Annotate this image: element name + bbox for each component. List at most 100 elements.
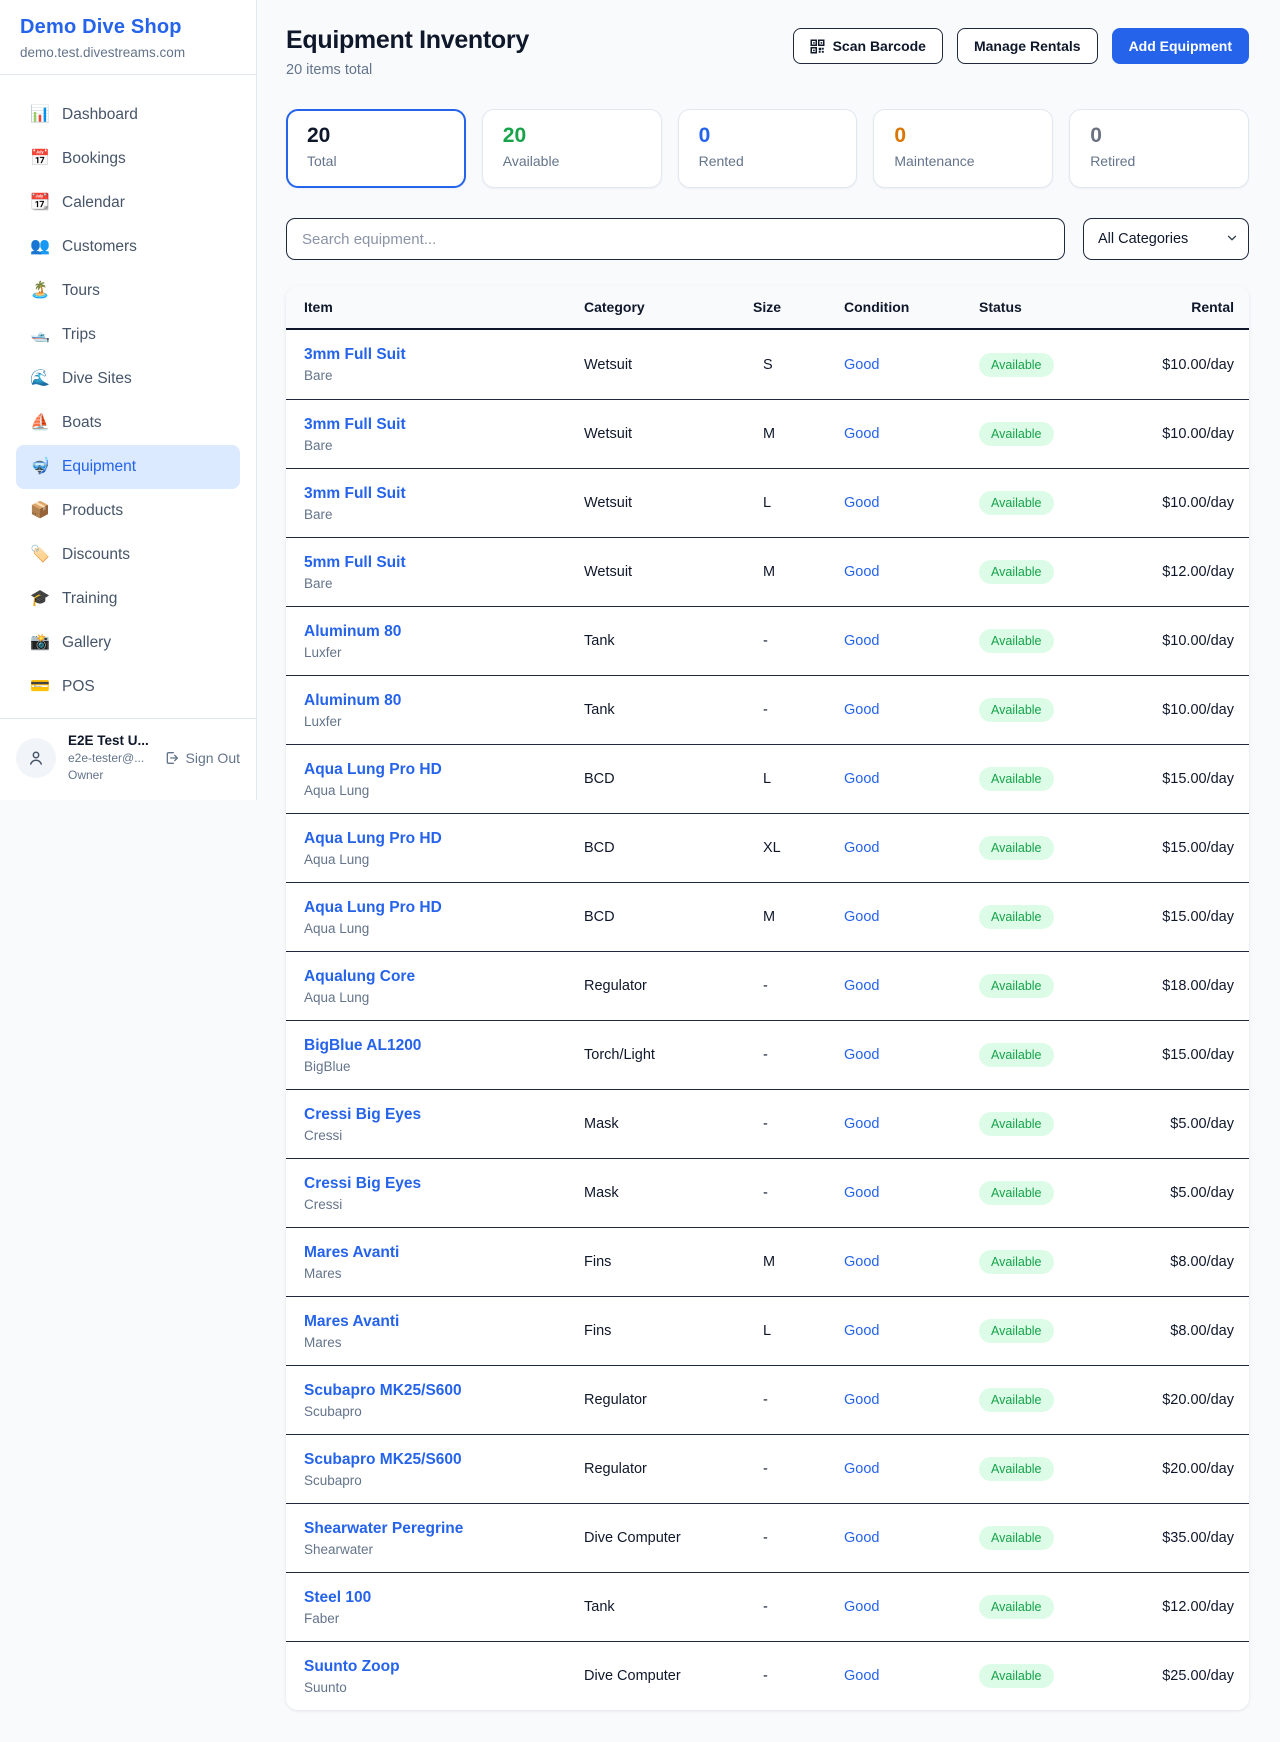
status-badge: Available: [979, 1457, 1054, 1481]
item-name-link[interactable]: Aqua Lung Pro HD: [304, 761, 442, 778]
sidebar-item-label: POS: [62, 678, 95, 696]
condition-link[interactable]: Good: [844, 1392, 879, 1408]
item-name-link[interactable]: Scubapro MK25/S600: [304, 1451, 462, 1468]
sign-out-button[interactable]: Sign Out: [164, 750, 240, 766]
item-name-link[interactable]: Cressi Big Eyes: [304, 1175, 421, 1192]
rental-cell: $10.00/day: [1144, 702, 1234, 718]
status-cell: Available: [979, 1388, 1144, 1412]
add-equipment-button[interactable]: Add Equipment: [1112, 28, 1249, 64]
condition-link[interactable]: Good: [844, 702, 879, 718]
condition-cell: Good: [844, 701, 979, 719]
item-name-link[interactable]: BigBlue AL1200: [304, 1037, 421, 1054]
item-name-link[interactable]: Steel 100: [304, 1589, 371, 1606]
status-badge: Available: [979, 560, 1054, 584]
sidebar-item-gallery[interactable]: 📸 Gallery: [16, 621, 240, 665]
condition-cell: Good: [844, 1115, 979, 1133]
status-cell: Available: [979, 491, 1144, 515]
condition-link[interactable]: Good: [844, 1668, 879, 1684]
condition-link[interactable]: Good: [844, 1116, 879, 1132]
condition-link[interactable]: Good: [844, 1254, 879, 1270]
item-cell: Aqua Lung Pro HD Aqua Lung: [304, 761, 584, 798]
sidebar-item-pos[interactable]: 💳 POS: [16, 665, 240, 709]
category-cell: Regulator: [584, 1392, 739, 1408]
condition-link[interactable]: Good: [844, 1047, 879, 1063]
status-cell: Available: [979, 1595, 1144, 1619]
status-badge: Available: [979, 1388, 1054, 1412]
col-header-item: Item: [304, 299, 584, 315]
sidebar-item-training[interactable]: 🎓 Training: [16, 577, 240, 621]
stat-card-maintenance[interactable]: 0 Maintenance: [873, 109, 1053, 188]
item-name-link[interactable]: 3mm Full Suit: [304, 346, 406, 363]
sidebar-item-equipment[interactable]: 🤿 Equipment: [16, 445, 240, 489]
condition-link[interactable]: Good: [844, 1323, 879, 1339]
category-select[interactable]: All Categories: [1083, 218, 1249, 260]
condition-link[interactable]: Good: [844, 357, 879, 373]
item-name-link[interactable]: 5mm Full Suit: [304, 554, 406, 571]
item-brand: Scubapro: [304, 1473, 584, 1488]
item-name-link[interactable]: Aqualung Core: [304, 968, 415, 985]
sidebar-item-dashboard[interactable]: 📊 Dashboard: [16, 93, 240, 137]
sidebar-nav: 📊 Dashboard 📅 Bookings 📆 Calendar 👥 Cust…: [0, 75, 256, 709]
stat-value: 0: [894, 124, 1032, 148]
condition-link[interactable]: Good: [844, 840, 879, 856]
sidebar-item-discounts[interactable]: 🏷️ Discounts: [16, 533, 240, 577]
size-cell: -: [739, 1461, 844, 1477]
item-name-link[interactable]: 3mm Full Suit: [304, 485, 406, 502]
sidebar-item-label: Tours: [62, 282, 100, 300]
sidebar-item-bookings[interactable]: 📅 Bookings: [16, 137, 240, 181]
item-name-link[interactable]: Aqua Lung Pro HD: [304, 830, 442, 847]
search-input[interactable]: [286, 218, 1065, 260]
sidebar-item-trips[interactable]: 🛥️ Trips: [16, 313, 240, 357]
stat-card-rented[interactable]: 0 Rented: [678, 109, 858, 188]
item-name-link[interactable]: 3mm Full Suit: [304, 416, 406, 433]
scan-barcode-label: Scan Barcode: [833, 38, 926, 54]
condition-link[interactable]: Good: [844, 1599, 879, 1615]
scan-barcode-button[interactable]: Scan Barcode: [793, 28, 943, 64]
table-row: Scubapro MK25/S600 Scubapro Regulator - …: [286, 1365, 1249, 1434]
condition-link[interactable]: Good: [844, 633, 879, 649]
sidebar-item-boats[interactable]: ⛵ Boats: [16, 401, 240, 445]
condition-link[interactable]: Good: [844, 1461, 879, 1477]
size-cell: -: [739, 1530, 844, 1546]
item-name-link[interactable]: Scubapro MK25/S600: [304, 1382, 462, 1399]
condition-link[interactable]: Good: [844, 1530, 879, 1546]
stat-value: 20: [307, 124, 445, 148]
category-cell: Tank: [584, 702, 739, 718]
sidebar-item-tours[interactable]: 🏝️ Tours: [16, 269, 240, 313]
condition-link[interactable]: Good: [844, 978, 879, 994]
item-name-link[interactable]: Mares Avanti: [304, 1313, 399, 1330]
category-cell: BCD: [584, 771, 739, 787]
condition-link[interactable]: Good: [844, 771, 879, 787]
table-row: Shearwater Peregrine Shearwater Dive Com…: [286, 1503, 1249, 1572]
item-name-link[interactable]: Aqua Lung Pro HD: [304, 899, 442, 916]
condition-link[interactable]: Good: [844, 564, 879, 580]
item-name-link[interactable]: Suunto Zoop: [304, 1658, 400, 1675]
stat-label: Available: [503, 153, 641, 169]
condition-link[interactable]: Good: [844, 1185, 879, 1201]
condition-cell: Good: [844, 1046, 979, 1064]
sidebar-item-calendar[interactable]: 📆 Calendar: [16, 181, 240, 225]
item-name-link[interactable]: Shearwater Peregrine: [304, 1520, 463, 1537]
item-name-link[interactable]: Cressi Big Eyes: [304, 1106, 421, 1123]
item-name-link[interactable]: Aluminum 80: [304, 692, 401, 709]
stat-card-total[interactable]: 20 Total: [286, 109, 466, 188]
rental-cell: $12.00/day: [1144, 1599, 1234, 1615]
status-badge: Available: [979, 1526, 1054, 1550]
sidebar-item-customers[interactable]: 👥 Customers: [16, 225, 240, 269]
table-row: BigBlue AL1200 BigBlue Torch/Light - Goo…: [286, 1020, 1249, 1089]
condition-cell: Good: [844, 1184, 979, 1202]
col-header-size: Size: [739, 299, 844, 315]
sidebar-item-products[interactable]: 📦 Products: [16, 489, 240, 533]
condition-cell: Good: [844, 1460, 979, 1478]
boats-icon: ⛵: [30, 415, 56, 431]
condition-link[interactable]: Good: [844, 495, 879, 511]
condition-link[interactable]: Good: [844, 909, 879, 925]
condition-link[interactable]: Good: [844, 426, 879, 442]
sidebar-item-dive-sites[interactable]: 🌊 Dive Sites: [16, 357, 240, 401]
item-name-link[interactable]: Mares Avanti: [304, 1244, 399, 1261]
item-name-link[interactable]: Aluminum 80: [304, 623, 401, 640]
stat-card-retired[interactable]: 0 Retired: [1069, 109, 1249, 188]
stat-card-available[interactable]: 20 Available: [482, 109, 662, 188]
rental-cell: $15.00/day: [1144, 1047, 1234, 1063]
manage-rentals-button[interactable]: Manage Rentals: [957, 28, 1098, 64]
